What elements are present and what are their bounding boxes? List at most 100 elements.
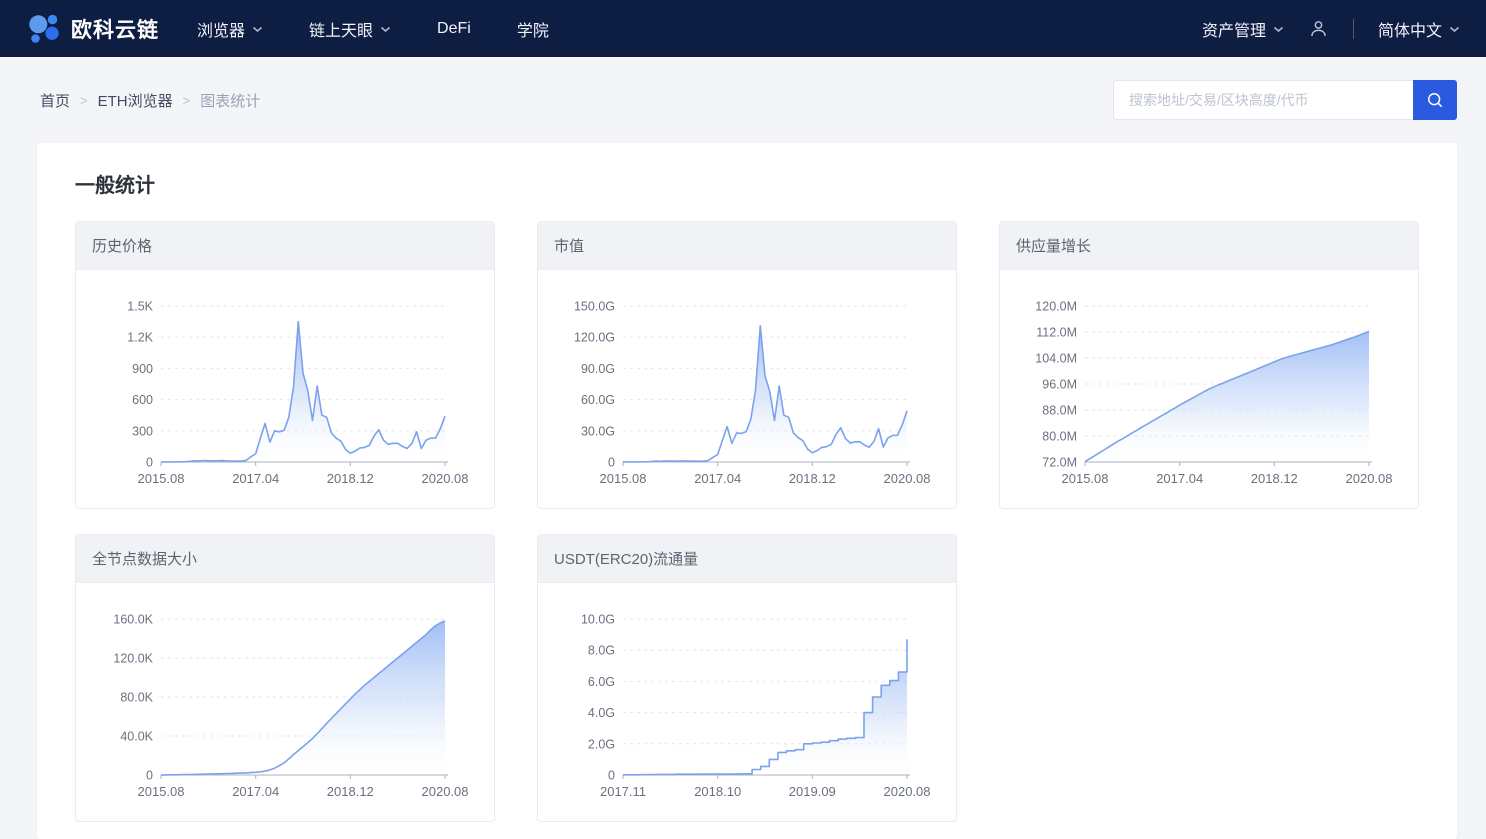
chart-card-body: 72.0M 80.0M 88.0M 96.0M 104.0M 112.0M 120.0M 20…	[1000, 270, 1418, 508]
svg-text:4.0G: 4.0G	[588, 706, 615, 720]
svg-text:2019.09: 2019.09	[789, 784, 836, 799]
nav-item-browser[interactable]: 浏览器	[197, 17, 263, 41]
logo-icon	[26, 11, 62, 47]
svg-text:2020.08: 2020.08	[422, 784, 469, 799]
svg-text:2020.08: 2020.08	[422, 471, 469, 486]
chevron-down-icon	[1273, 20, 1284, 38]
search-icon	[1425, 90, 1445, 110]
chart-card-market-cap: 市值 030.0G60.0G90.0G120.0G150.0G2015.0820…	[537, 221, 957, 509]
svg-text:2018.10: 2018.10	[694, 784, 741, 799]
nav-right: 资产管理 简体中文	[1202, 17, 1460, 41]
svg-text:600: 600	[132, 393, 153, 407]
logo-text: 欧科云链	[71, 14, 159, 44]
svg-text:0: 0	[608, 456, 615, 470]
svg-text:160.0K: 160.0K	[113, 613, 153, 627]
nav-item-chain-eye[interactable]: 链上天眼	[309, 17, 391, 41]
chart-card-body: 030.0G60.0G90.0G120.0G150.0G2015.082017.…	[538, 270, 956, 508]
svg-text:80.0K: 80.0K	[120, 691, 153, 705]
search-button[interactable]	[1413, 80, 1457, 120]
svg-text:112.0M: 112.0M	[1036, 326, 1077, 340]
svg-text:2018.12: 2018.12	[1251, 471, 1298, 486]
svg-text:0: 0	[146, 456, 153, 470]
chart-card-header: USDT(ERC20)流通量	[538, 535, 956, 583]
chart-card-header: 历史价格	[76, 222, 494, 270]
nav-item-defi[interactable]: DeFi	[437, 20, 471, 38]
nav-divider	[1353, 19, 1354, 39]
svg-text:60.0G: 60.0G	[581, 393, 615, 407]
nav-item-language[interactable]: 简体中文	[1378, 17, 1460, 41]
svg-text:120.0G: 120.0G	[574, 331, 615, 345]
svg-text:2018.12: 2018.12	[327, 471, 374, 486]
svg-text:0: 0	[608, 769, 615, 783]
svg-text:2015.08: 2015.08	[1062, 471, 1109, 486]
svg-text:1.2K: 1.2K	[127, 331, 153, 345]
breadcrumb-home[interactable]: 首页	[40, 90, 70, 111]
nav-item-academy[interactable]: 学院	[517, 17, 549, 41]
chart-title: 全节点数据大小	[92, 548, 197, 569]
svg-text:2017.04: 2017.04	[232, 784, 279, 799]
breadcrumb-separator: >	[80, 93, 88, 108]
chart-canvas: 0 300 600 900 1.2K 1.5K 2015.08 2017.04 2018.12 2…	[76, 270, 496, 508]
svg-text:120.0M: 120.0M	[1035, 300, 1077, 314]
svg-text:88.0M: 88.0M	[1042, 404, 1077, 418]
svg-text:0: 0	[146, 769, 153, 783]
svg-text:2020.08: 2020.08	[1346, 471, 1393, 486]
main-panel: 一般统计 历史价格 0 300 600 900 1.2K 1.5K 2015.08 2017.…	[37, 143, 1457, 839]
svg-text:1.5K: 1.5K	[127, 300, 153, 314]
chart-card-full-node-size: 全节点数据大小 040.0K80.0K120.0K160.0K2015.0820…	[75, 534, 495, 822]
chart-card-body: 0 300 600 900 1.2K 1.5K 2015.08 2017.04 2018.12 2…	[76, 270, 494, 508]
main-nav: 浏览器 链上天眼 DeFi 学院	[197, 17, 549, 41]
svg-text:900: 900	[132, 362, 153, 376]
svg-text:2018.12: 2018.12	[789, 471, 836, 486]
svg-text:2015.08: 2015.08	[138, 471, 185, 486]
breadcrumb-eth-explorer[interactable]: ETH浏览器	[98, 90, 173, 111]
nav-item-asset-management[interactable]: 资产管理	[1202, 17, 1284, 41]
chart-card-header: 供应量增长	[1000, 222, 1418, 270]
svg-text:300: 300	[132, 424, 153, 438]
svg-text:40.0K: 40.0K	[120, 730, 153, 744]
chart-canvas: 72.0M 80.0M 88.0M 96.0M 104.0M 112.0M 120.0M 20…	[1000, 270, 1420, 508]
breadcrumb-strip: 首页 > ETH浏览器 > 图表统计	[0, 57, 1486, 143]
svg-text:2017.04: 2017.04	[232, 471, 279, 486]
chevron-down-icon	[252, 20, 263, 38]
chart-title: 供应量增长	[1016, 235, 1091, 256]
svg-text:80.0M: 80.0M	[1042, 430, 1077, 444]
svg-text:6.0G: 6.0G	[588, 675, 615, 689]
chart-card-header: 全节点数据大小	[76, 535, 494, 583]
svg-text:8.0G: 8.0G	[588, 644, 615, 658]
chart-card-body: 040.0K80.0K120.0K160.0K2015.082017.04201…	[76, 583, 494, 821]
chart-grid: 历史价格 0 300 600 900 1.2K 1.5K 2015.08 2017.04 201…	[75, 221, 1419, 822]
svg-text:104.0M: 104.0M	[1035, 352, 1077, 366]
breadcrumb-current-chart-stats: 图表统计	[200, 90, 260, 111]
top-navbar: 欧科云链 浏览器 链上天眼 DeFi 学院 资产管理	[0, 0, 1486, 57]
section-title: 一般统计	[75, 169, 1419, 198]
chart-card-header: 市值	[538, 222, 956, 270]
svg-text:2017.04: 2017.04	[694, 471, 741, 486]
chart-title: 历史价格	[92, 235, 152, 256]
svg-text:2020.08: 2020.08	[884, 784, 931, 799]
svg-text:2015.08: 2015.08	[600, 471, 647, 486]
chart-title: USDT(ERC20)流通量	[554, 548, 698, 569]
chart-card-body: 02.0G4.0G6.0G8.0G10.0G2017.112018.102019…	[538, 583, 956, 821]
chart-card-price-history: 历史价格 0 300 600 900 1.2K 1.5K 2015.08 2017.04 201…	[75, 221, 495, 509]
svg-text:72.0M: 72.0M	[1042, 456, 1077, 470]
breadcrumb: 首页 > ETH浏览器 > 图表统计	[40, 90, 260, 111]
search-input[interactable]	[1113, 80, 1413, 120]
svg-text:2017.11: 2017.11	[600, 784, 646, 799]
chevron-down-icon	[380, 20, 391, 38]
chart-title: 市值	[554, 235, 584, 256]
svg-text:150.0G: 150.0G	[574, 300, 615, 314]
user-icon[interactable]	[1308, 18, 1329, 39]
svg-text:2015.08: 2015.08	[138, 784, 185, 799]
svg-text:90.0G: 90.0G	[581, 362, 615, 376]
chart-card-usdt-erc20-supply: USDT(ERC20)流通量 02.0G4.0G6.0G8.0G10.0G201…	[537, 534, 957, 822]
chart-canvas: 02.0G4.0G6.0G8.0G10.0G2017.112018.102019…	[538, 583, 958, 821]
svg-text:10.0G: 10.0G	[581, 613, 615, 627]
breadcrumb-separator: >	[183, 93, 191, 108]
svg-text:2018.12: 2018.12	[327, 784, 374, 799]
chart-canvas: 030.0G60.0G90.0G120.0G150.0G2015.082017.…	[538, 270, 958, 508]
svg-text:96.0M: 96.0M	[1042, 378, 1077, 392]
search-box	[1113, 80, 1457, 120]
svg-text:2017.04: 2017.04	[1156, 471, 1203, 486]
logo[interactable]: 欧科云链	[26, 11, 159, 47]
